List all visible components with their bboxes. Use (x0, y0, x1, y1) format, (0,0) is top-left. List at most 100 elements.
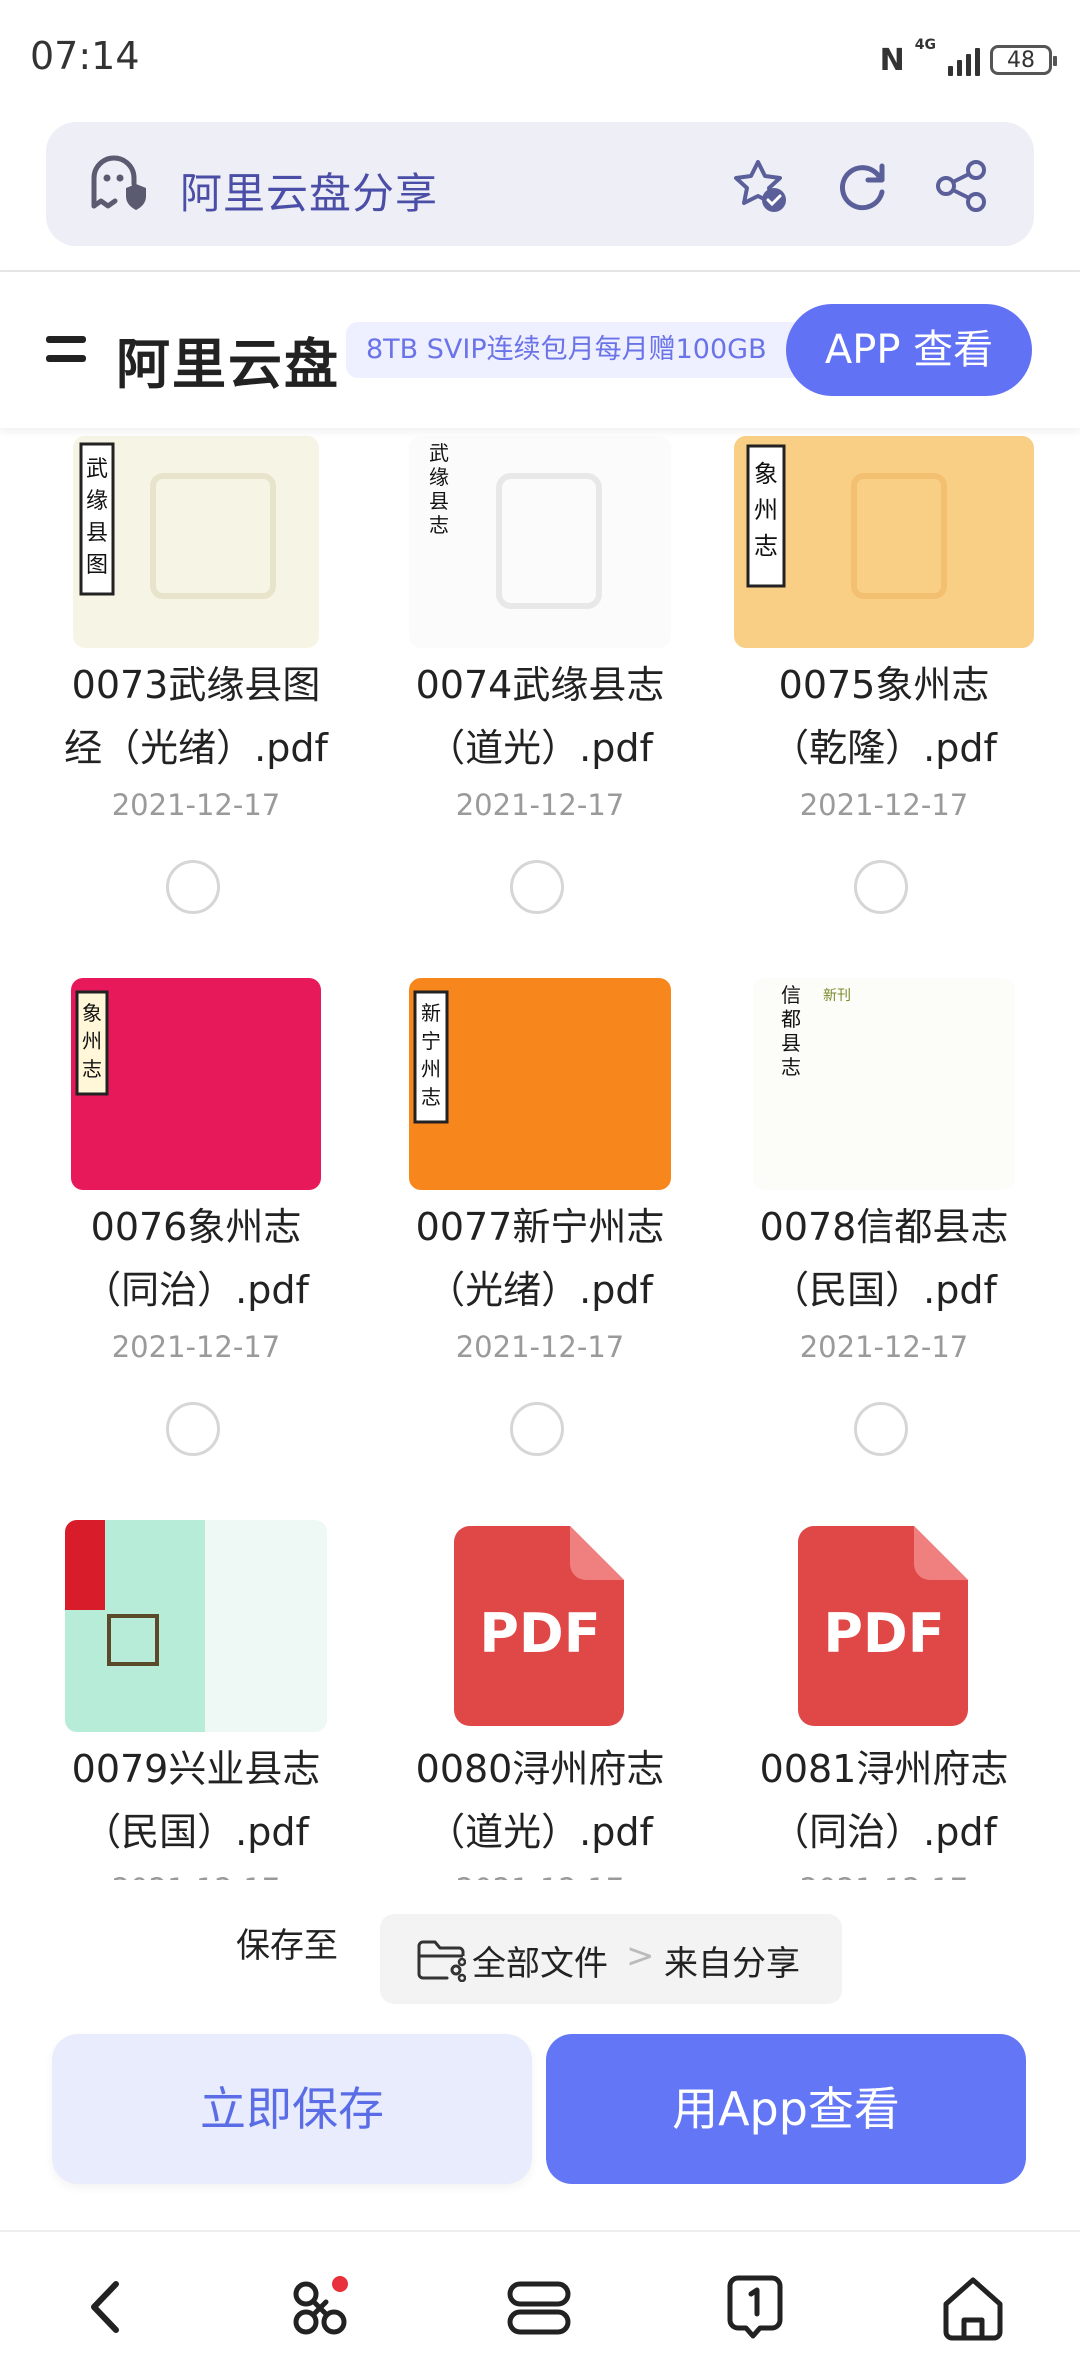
file-date: 2021-12-17 (799, 1330, 969, 1364)
save-to-bar: 保存至 全部文件 > 来自分享 (0, 1880, 1080, 2004)
select-radio[interactable] (166, 1402, 220, 1456)
select-radio[interactable] (166, 860, 220, 914)
page-title: 阿里云盘分享 (180, 169, 439, 218)
file-name: 0078信都县志 （民国）.pdf (759, 1205, 1009, 1312)
promo-badge[interactable]: 8TB SVIP连续包月每月赠100GB (346, 322, 816, 378)
file-thumbnail: 武 缘 县 图 (73, 436, 319, 648)
file-name: 0081浔州府志 （同治）.pdf (759, 1747, 1009, 1854)
svg-text:PDF: PDF (823, 1602, 944, 1665)
svg-text:志: 志 (421, 1085, 441, 1109)
file-card[interactable]: 象 州 志 0075象州志 （乾隆）.pdf 2021-12-17 (712, 436, 1056, 956)
folder-icon (417, 1940, 466, 1982)
path-root: 全部文件 (472, 1944, 608, 1984)
app-view-button[interactable]: APP 查看 (786, 304, 1032, 396)
home-icon[interactable] (938, 2272, 1008, 2342)
apps-icon[interactable] (286, 2272, 356, 2342)
svg-text:新: 新 (421, 1001, 441, 1025)
svg-text:志: 志 (754, 532, 778, 560)
file-name: 0075象州志 （乾隆）.pdf (771, 663, 997, 770)
star-check-icon[interactable] (730, 156, 790, 216)
chat-icon[interactable] (720, 2272, 790, 2342)
svg-text:志: 志 (82, 1057, 102, 1081)
select-radio[interactable] (854, 1402, 908, 1456)
svg-text:都: 都 (781, 1007, 801, 1031)
nfc-icon: N (879, 42, 905, 78)
file-name: 0074武缘县志 （道光）.pdf (415, 663, 665, 770)
ghost-shield-icon (91, 155, 146, 210)
file-date: 2021-12-17 (799, 788, 969, 822)
open-in-app-button[interactable]: 用App查看 (546, 2034, 1026, 2184)
status-icons: N 4G 48 (879, 37, 1057, 82)
svg-text:宁: 宁 (421, 1029, 441, 1053)
svg-text:县: 县 (86, 521, 108, 546)
file-card[interactable]: 武 缘 县 图 0073武缘县图 经（光绪）.pdf 2021-12-17 (24, 436, 368, 956)
select-radio[interactable] (854, 860, 908, 914)
file-grid: 武 缘 县 图 0073武缘县图 经（光绪）.pdf 2021-12-17 武 缘… (0, 430, 1080, 1880)
file-card[interactable]: 0079兴业县志（民国）.pdf 2021-12-17 (24, 1520, 368, 1880)
file-date: 2021-12-17 (455, 788, 625, 822)
save-to-label: 保存至 (236, 1926, 338, 1966)
file-name: 0079兴业县志 （民国）.pdf (71, 1747, 321, 1854)
share-icon[interactable] (932, 156, 992, 216)
file-date: 2021-12-17 (111, 1330, 281, 1364)
svg-text:县: 县 (429, 489, 449, 513)
svg-text:县: 县 (781, 1031, 801, 1055)
tabs-icon[interactable] (504, 2272, 574, 2342)
site-logo[interactable]: 阿里云盘 (116, 320, 340, 399)
svg-text:州: 州 (754, 496, 778, 524)
back-icon[interactable] (72, 2272, 142, 2342)
file-card[interactable]: 象 州 志 0076象州志 （同治）.pdf 2021-12-17 (24, 978, 368, 1498)
svg-text:志: 志 (781, 1055, 801, 1079)
pdf-icon: PDF (450, 1520, 630, 1732)
svg-text:新刊: 新刊 (823, 988, 851, 1004)
file-date: 2021-12-17 (24, 1872, 368, 1880)
save-now-button[interactable]: 立即保存 (52, 2034, 532, 2184)
network-type: 4G (914, 37, 936, 53)
svg-text:信: 信 (781, 983, 801, 1007)
svg-text:缘: 缘 (86, 489, 108, 514)
file-card[interactable]: PDF 0081浔州府志（同治）.pdf 2021-12-17 (712, 1520, 1056, 1880)
file-name: 0076象州志 （同治）.pdf (83, 1205, 309, 1312)
file-card[interactable]: 信 都 县 志 新刊 0078信都县志 （民国）.pdf 2021-12-17 (712, 978, 1056, 1498)
file-name: 0080浔州府志 （道光）.pdf (415, 1747, 665, 1854)
svg-text:志: 志 (429, 513, 449, 537)
svg-text:州: 州 (82, 1029, 102, 1053)
file-name: 0077新宁州志 （光绪）.pdf (415, 1205, 665, 1312)
svg-text:武: 武 (86, 457, 108, 482)
svg-text:武: 武 (429, 441, 449, 465)
save-path-selector[interactable]: 全部文件 > 来自分享 (380, 1914, 842, 2004)
bottom-nav (0, 2230, 1080, 2378)
file-thumbnail: 新 宁 州 志 (409, 978, 671, 1190)
svg-text:图: 图 (86, 553, 108, 578)
file-thumbnail: 象 州 志 (71, 978, 321, 1190)
pdf-icon: PDF (794, 1520, 974, 1732)
address-bar[interactable]: 阿里云盘分享 (46, 122, 1034, 246)
file-thumbnail: 武 缘 县 志 (409, 436, 671, 648)
file-date: 2021-12-17 (111, 788, 281, 822)
file-date: 2021-12-17 (368, 1872, 712, 1880)
file-date: 2021-12-17 (455, 1330, 625, 1364)
svg-text:缘: 缘 (429, 465, 449, 489)
signal-icon (948, 44, 980, 76)
status-time: 07:14 (30, 34, 140, 78)
select-radio[interactable] (510, 860, 564, 914)
svg-text:州: 州 (421, 1057, 441, 1081)
file-card[interactable]: 武 缘 县 志 0074武缘县志 （道光）.pdf 2021-12-17 (368, 436, 712, 956)
select-radio[interactable] (510, 1402, 564, 1456)
file-thumbnail: 信 都 县 志 新刊 (753, 978, 1015, 1190)
battery-level: 48 (1007, 47, 1035, 73)
path-child: 来自分享 (664, 1944, 800, 1984)
svg-text:象: 象 (82, 1001, 102, 1025)
file-thumbnail (65, 1520, 327, 1732)
status-bar: 07:14 N 4G 48 (0, 0, 1080, 118)
menu-icon[interactable] (46, 336, 86, 362)
file-card[interactable]: 新 宁 州 志 0077新宁州志 （光绪）.pdf 2021-12-17 (368, 978, 712, 1498)
svg-text:象: 象 (754, 460, 778, 488)
file-thumbnail: 象 州 志 (734, 436, 1034, 648)
file-name: 0073武缘县图 经（光绪）.pdf (64, 663, 328, 770)
refresh-icon[interactable] (832, 156, 892, 216)
file-card[interactable]: PDF 0080浔州府志（道光）.pdf 2021-12-17 (368, 1520, 712, 1880)
site-header: 阿里云盘 8TB SVIP连续包月每月赠100GB APP 查看 (0, 272, 1080, 428)
file-date: 2021-12-17 (712, 1872, 1056, 1880)
battery-icon: 48 (990, 45, 1057, 75)
